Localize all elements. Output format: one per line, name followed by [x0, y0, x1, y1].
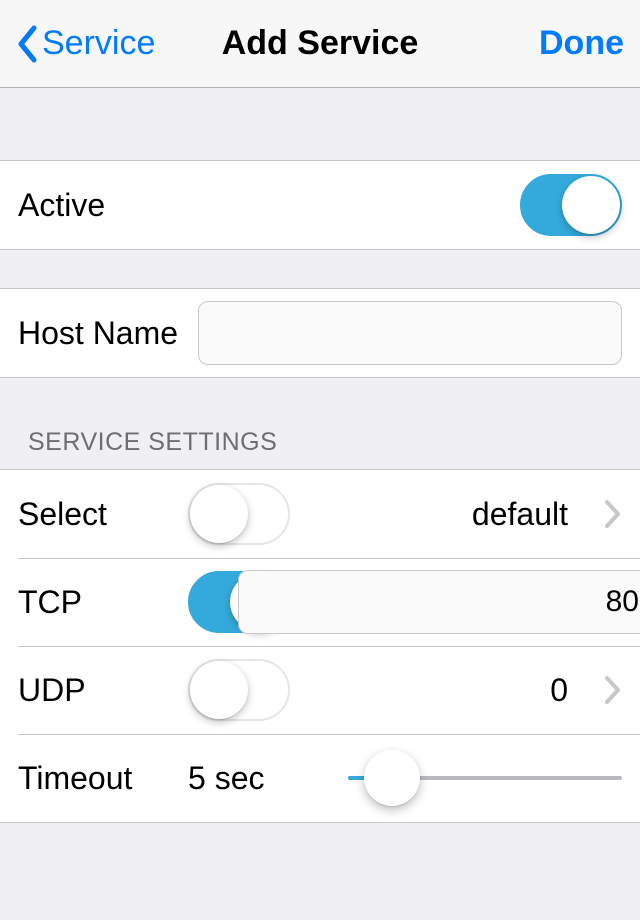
select-value: default — [472, 496, 568, 533]
hostname-group: Host Name — [0, 288, 640, 378]
done-button[interactable]: Done — [539, 24, 624, 63]
active-row: Active — [0, 161, 640, 249]
back-label: Service — [42, 24, 155, 63]
hostname-label: Host Name — [18, 315, 178, 352]
hostname-row: Host Name — [0, 289, 640, 377]
tcp-label: TCP — [18, 584, 188, 621]
service-settings-group: Select default TCP UDP 0 — [0, 469, 640, 823]
select-row[interactable]: Select default — [0, 470, 640, 558]
chevron-left-icon — [16, 25, 38, 63]
active-group: Active — [0, 160, 640, 250]
tcp-row[interactable]: TCP — [0, 558, 640, 646]
select-label: Select — [18, 496, 188, 533]
hostname-input[interactable] — [198, 301, 622, 365]
timeout-value: 5 sec — [188, 760, 328, 797]
chevron-right-icon — [582, 499, 622, 529]
select-switch[interactable] — [188, 483, 290, 545]
active-switch[interactable] — [520, 174, 622, 236]
tcp-port-input[interactable] — [238, 570, 640, 634]
udp-label: UDP — [18, 672, 188, 709]
navbar: Service Add Service Done — [0, 0, 640, 88]
udp-switch[interactable] — [188, 659, 290, 721]
back-button[interactable]: Service — [16, 24, 155, 63]
timeout-label: Timeout — [18, 760, 188, 797]
active-label: Active — [18, 187, 105, 224]
timeout-slider[interactable] — [348, 776, 622, 780]
udp-row[interactable]: UDP 0 — [0, 646, 640, 734]
udp-value: 0 — [550, 672, 568, 709]
section-header: SERVICE SETTINGS — [0, 378, 640, 469]
chevron-right-icon — [582, 675, 622, 705]
timeout-row: Timeout 5 sec — [0, 734, 640, 822]
page-title: Add Service — [222, 24, 419, 63]
